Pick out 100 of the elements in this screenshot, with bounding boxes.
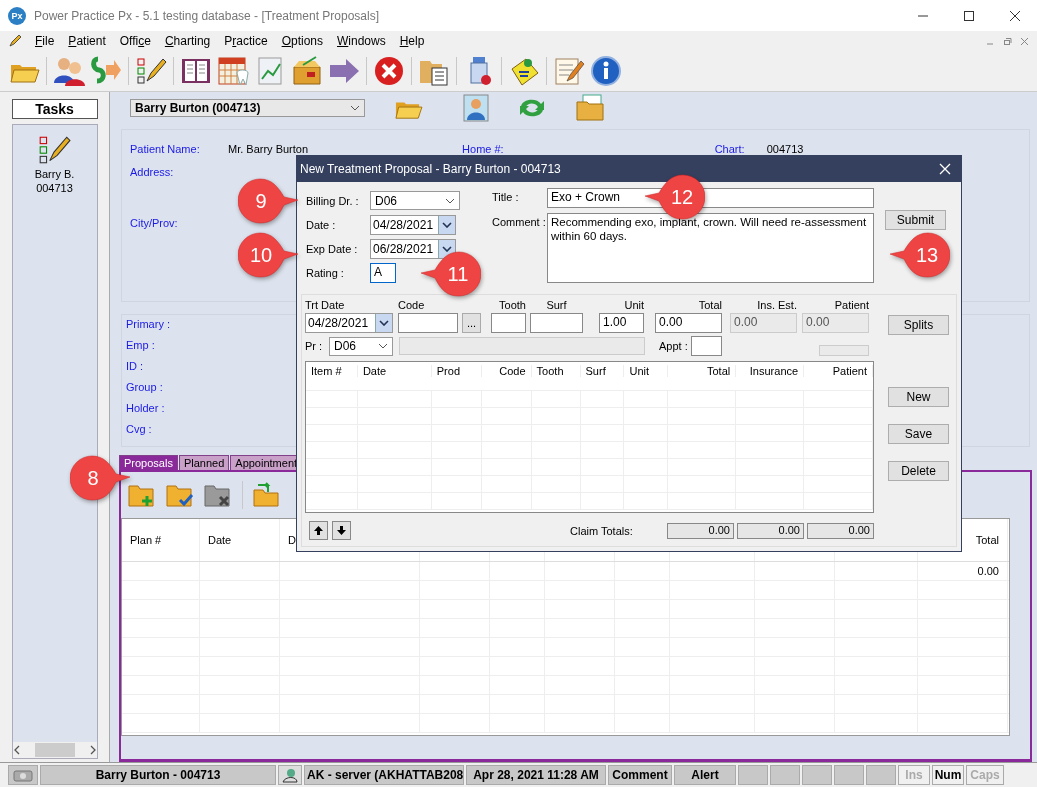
claim-total-value: 0.00 xyxy=(667,522,734,539)
menu-item[interactable]: Patient xyxy=(61,34,113,48)
menu-item[interactable]: Help xyxy=(392,34,432,48)
field-label: Pr : xyxy=(305,340,324,352)
column-header[interactable]: Tooth xyxy=(536,365,564,377)
column-header[interactable]: Total xyxy=(975,534,999,546)
move-up-button[interactable] xyxy=(309,521,328,540)
status-panel xyxy=(834,765,864,785)
menu-item[interactable]: Charting xyxy=(157,34,218,48)
menu-item[interactable]: Options xyxy=(274,34,330,48)
field-label: City/Prov: xyxy=(130,217,178,229)
menu-item[interactable]: File xyxy=(28,34,62,48)
column-header[interactable]: Date xyxy=(208,534,232,546)
field-label: Date : xyxy=(306,218,337,231)
patient-id[interactable]: 004713 xyxy=(36,181,73,195)
tasks-button[interactable]: Tasks xyxy=(11,99,98,119)
scroll-left-icon[interactable] xyxy=(12,745,21,755)
folder-arrow-icon[interactable] xyxy=(252,482,282,508)
tab[interactable]: Planned xyxy=(178,455,230,470)
splits-button[interactable]: Splits xyxy=(888,315,949,335)
maximize-icon[interactable] xyxy=(963,9,975,22)
column-header[interactable]: Patient xyxy=(832,365,867,377)
close-icon[interactable] xyxy=(1009,9,1021,22)
column-header[interactable]: Unit xyxy=(629,365,649,377)
chevron-down-icon xyxy=(442,245,452,252)
field-label: Exp Date : xyxy=(306,242,359,255)
action-button[interactable]: Save xyxy=(888,424,949,444)
person-icon[interactable] xyxy=(463,94,489,122)
calendar-icon[interactable] xyxy=(217,55,249,87)
user-icon[interactable] xyxy=(281,767,299,783)
pencil-icon[interactable] xyxy=(8,34,22,48)
field-label: Patient Name: xyxy=(130,143,201,155)
column-header[interactable]: Code xyxy=(499,365,526,377)
column-header[interactable]: Plan # xyxy=(130,534,162,546)
comment-field[interactable]: Recommending exo, implant, crown. Will need re-assessment within 60 days. xyxy=(547,213,874,283)
claim-total-value: 0.00 xyxy=(807,522,874,539)
field-label: Comment : xyxy=(492,215,547,230)
notepad-pencil-icon[interactable] xyxy=(553,55,585,87)
scroll-right-icon[interactable] xyxy=(88,745,97,755)
field-label: ID : xyxy=(126,360,144,374)
column-header[interactable]: D xyxy=(288,534,296,546)
column-header[interactable]: Total xyxy=(707,365,731,377)
column-header[interactable]: Surf xyxy=(585,365,606,377)
status-alert: Alert xyxy=(674,765,736,785)
field-label: Total xyxy=(697,299,722,313)
date-picker[interactable]: 04/28/2021 xyxy=(305,313,393,333)
checklist-pencil-icon[interactable] xyxy=(135,55,167,87)
patient-name-value: Mr. Barry Burton xyxy=(228,143,309,155)
folder-plus-icon[interactable] xyxy=(127,482,157,508)
column-header[interactable]: Date xyxy=(362,365,387,377)
patient-name[interactable]: Barry B. xyxy=(34,167,75,181)
info-icon[interactable] xyxy=(590,55,622,87)
provider-dropdown[interactable]: D06 xyxy=(329,336,393,356)
camera-icon[interactable] xyxy=(13,768,33,782)
code-field[interactable] xyxy=(398,313,458,333)
disabled-field xyxy=(819,345,869,356)
chevron-down-icon xyxy=(379,320,389,326)
status-panel xyxy=(802,765,832,785)
browse-button[interactable]: ... xyxy=(462,313,481,333)
column-header[interactable]: Insurance xyxy=(749,365,799,377)
app-logo: Px xyxy=(8,6,26,25)
unit-field[interactable]: 1.00 xyxy=(599,313,644,333)
billing-dr-dropdown[interactable]: D06 xyxy=(370,191,460,210)
chart-number: 004713 xyxy=(766,143,804,155)
chevron-down-icon xyxy=(350,105,360,111)
tooth-field[interactable] xyxy=(491,313,526,333)
horizontal-scrollbar[interactable] xyxy=(12,742,97,758)
column-header[interactable]: Item # xyxy=(311,365,342,377)
move-down-button[interactable] xyxy=(332,521,351,540)
folder-delete-icon[interactable] xyxy=(203,482,233,508)
field-label: Code xyxy=(398,299,426,313)
folder-document-icon[interactable] xyxy=(575,94,605,122)
cancel-icon[interactable] xyxy=(373,55,405,87)
key-indicator: Num xyxy=(932,765,964,785)
field-label: Group : xyxy=(126,381,163,395)
menu-item[interactable]: Windows xyxy=(330,34,393,48)
people-icon[interactable] xyxy=(53,55,85,87)
rating-field[interactable]: A xyxy=(370,262,396,283)
appointment-field[interactable] xyxy=(691,336,722,356)
tab[interactable]: Proposals xyxy=(119,455,178,470)
column-header[interactable]: Prod xyxy=(436,365,460,377)
window-title: Power Practice Px - 5.1 testing database - [Treatment Proposals] xyxy=(34,8,380,23)
box-icon[interactable] xyxy=(291,55,323,87)
menu-item[interactable]: Practice xyxy=(217,34,275,48)
total-field[interactable]: 0.00 xyxy=(655,313,722,333)
folder-check-icon[interactable] xyxy=(165,482,195,508)
field-label: Title : xyxy=(492,190,520,205)
submit-button[interactable]: Submit xyxy=(885,210,946,230)
action-button[interactable]: New xyxy=(888,387,949,407)
arrow-up-icon xyxy=(314,526,323,535)
surface-field[interactable] xyxy=(530,313,583,333)
arrow-down-icon xyxy=(337,526,346,535)
key-indicator: Ins xyxy=(898,765,930,785)
patient-dropdown[interactable]: Barry Burton (004713) xyxy=(130,99,365,117)
date-picker[interactable]: 04/28/2021 xyxy=(370,214,456,235)
menu-item[interactable]: Office xyxy=(112,34,158,48)
restore-icon[interactable] xyxy=(1003,36,1012,46)
field-label: Rating : xyxy=(306,266,345,279)
field-label: Home #: xyxy=(462,143,504,155)
action-button[interactable]: Delete xyxy=(888,461,949,481)
